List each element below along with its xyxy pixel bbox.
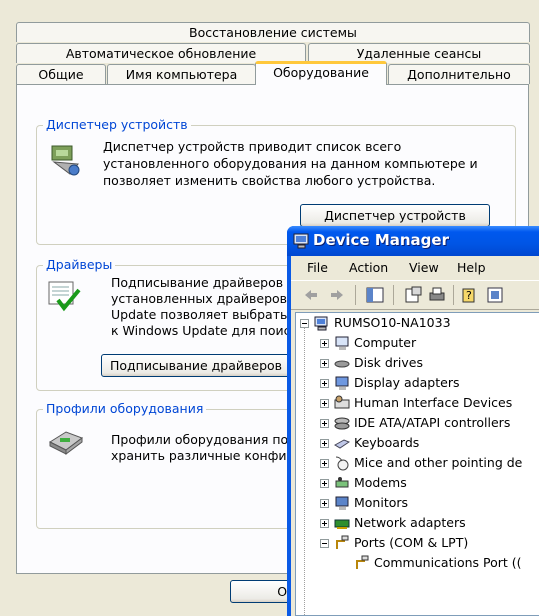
tree-item-label: Computer <box>354 335 417 350</box>
collapse-toggle[interactable] <box>320 539 329 548</box>
drivers-desc-1: Подписывание драйверов с <box>111 275 291 290</box>
tree-item-label: Display adapters <box>354 375 460 390</box>
monitor-icon <box>335 496 349 510</box>
tree-item-label: Communications Port (( <box>374 555 522 570</box>
modem-icon <box>335 477 349 488</box>
tab-remote-sessions[interactable]: Удаленные сеансы <box>308 43 530 63</box>
expand-toggle[interactable] <box>320 339 329 348</box>
tab-computer-name[interactable]: Имя компьютера <box>107 64 256 84</box>
print-icon[interactable] <box>427 285 447 305</box>
hardware-profiles-icon <box>48 431 84 455</box>
device-manager-titlebar[interactable]: Device Manager <box>287 226 539 256</box>
port-icon <box>356 555 369 569</box>
drivers-desc-4: к Windows Update для поис <box>111 323 291 338</box>
drivers-desc-2: установленных драйверов с <box>111 291 291 306</box>
device-manager-group-title: Диспетчер устройств <box>43 117 191 132</box>
device-manager-desc-1: Диспетчер устройств приводит список всег… <box>103 139 402 154</box>
forward-arrow-icon[interactable] <box>327 285 347 305</box>
tree-item-label: Ports (COM & LPT) <box>354 535 469 550</box>
computer-icon <box>335 336 349 350</box>
back-arrow-icon[interactable] <box>301 285 321 305</box>
expand-toggle[interactable] <box>320 499 329 508</box>
expand-toggle[interactable] <box>320 459 329 468</box>
expand-toggle[interactable] <box>320 439 329 448</box>
menu-bar: File Action View Help <box>291 256 539 278</box>
device-tree: RUMSO10-NA1033 Computer Disk drives Disp… <box>295 312 539 616</box>
menu-help[interactable]: Help <box>457 260 486 275</box>
device-manager-desc-2: установленного оборудования на данном ко… <box>103 156 478 171</box>
menu-view[interactable]: View <box>409 260 439 275</box>
device-manager-button[interactable]: Диспетчер устройств <box>300 204 490 227</box>
disk-drive-icon <box>334 360 350 368</box>
expand-toggle[interactable] <box>320 479 329 488</box>
tree-item-label: Human Interface Devices <box>354 395 513 410</box>
expand-toggle[interactable] <box>320 379 329 388</box>
display-adapter-icon <box>335 376 349 390</box>
drivers-group-title: Драйверы <box>43 257 116 272</box>
profiles-desc-2: хранить различные конфиг <box>111 448 291 463</box>
ide-controller-icon <box>334 417 350 430</box>
tree-item-label: Network adapters <box>354 515 466 530</box>
hid-icon <box>334 395 350 409</box>
driver-signing-button[interactable]: Подписывание драйверов <box>101 354 291 377</box>
device-manager-title: Device Manager <box>313 231 449 249</box>
view-icon[interactable] <box>485 285 505 305</box>
profiles-desc-1: Профили оборудования пом <box>111 432 291 447</box>
tab-advanced[interactable]: Дополнительно <box>388 64 530 84</box>
menu-action[interactable]: Action <box>349 260 388 275</box>
mouse-icon <box>335 456 349 471</box>
tree-item-label: Keyboards <box>354 435 420 450</box>
tree-root-label: RUMSO10-NA1033 <box>334 315 451 330</box>
help-icon[interactable]: ? <box>461 285 481 305</box>
menu-file[interactable]: File <box>307 260 328 275</box>
device-manager-icon <box>51 145 80 176</box>
port-icon <box>336 535 349 549</box>
tree-item-label: IDE ATA/ATAPI controllers <box>354 415 511 430</box>
expand-toggle[interactable] <box>320 519 329 528</box>
driver-signing-icon <box>48 281 81 312</box>
expand-toggle[interactable] <box>320 359 329 368</box>
tab-automatic-updates[interactable]: Автоматическое обновление <box>16 43 306 63</box>
tab-hardware[interactable]: Оборудование <box>255 61 387 85</box>
expand-toggle[interactable] <box>320 399 329 408</box>
device-manager-window: Device Manager File Action View Help ? R… <box>287 226 539 616</box>
properties-icon[interactable] <box>403 285 423 305</box>
tab-general[interactable]: Общие <box>16 64 106 84</box>
device-manager-body: File Action View Help ? RUMSO10-NA1033 C… <box>291 256 539 616</box>
tree-item-label: Modems <box>354 475 407 490</box>
device-manager-desc-3: позволяет изменить свойства любого устро… <box>103 173 436 188</box>
tree-guide-line <box>304 327 305 615</box>
tree-item-label: Monitors <box>354 495 409 510</box>
svg-text:?: ? <box>466 289 472 302</box>
toolbar-separator-2 <box>393 285 394 305</box>
tab-system-restore[interactable]: Восстановление системы <box>16 22 530 42</box>
keyboard-icon <box>334 439 350 449</box>
toolbar: ? <box>291 280 539 310</box>
expand-toggle[interactable] <box>320 419 329 428</box>
network-adapter-icon <box>334 519 350 529</box>
hardware-profiles-group-title: Профили оборудования <box>43 401 207 416</box>
tree-item-label: Mice and other pointing de <box>354 455 523 470</box>
tree-item-label: Disk drives <box>354 355 423 370</box>
computer-icon <box>314 316 328 331</box>
show-hide-tree-icon[interactable] <box>365 285 385 305</box>
toolbar-separator <box>355 285 356 305</box>
drivers-desc-3: Update позволяет выбрать <box>111 307 288 322</box>
toolbar-separator-3 <box>453 285 454 305</box>
computer-icon <box>293 233 309 249</box>
